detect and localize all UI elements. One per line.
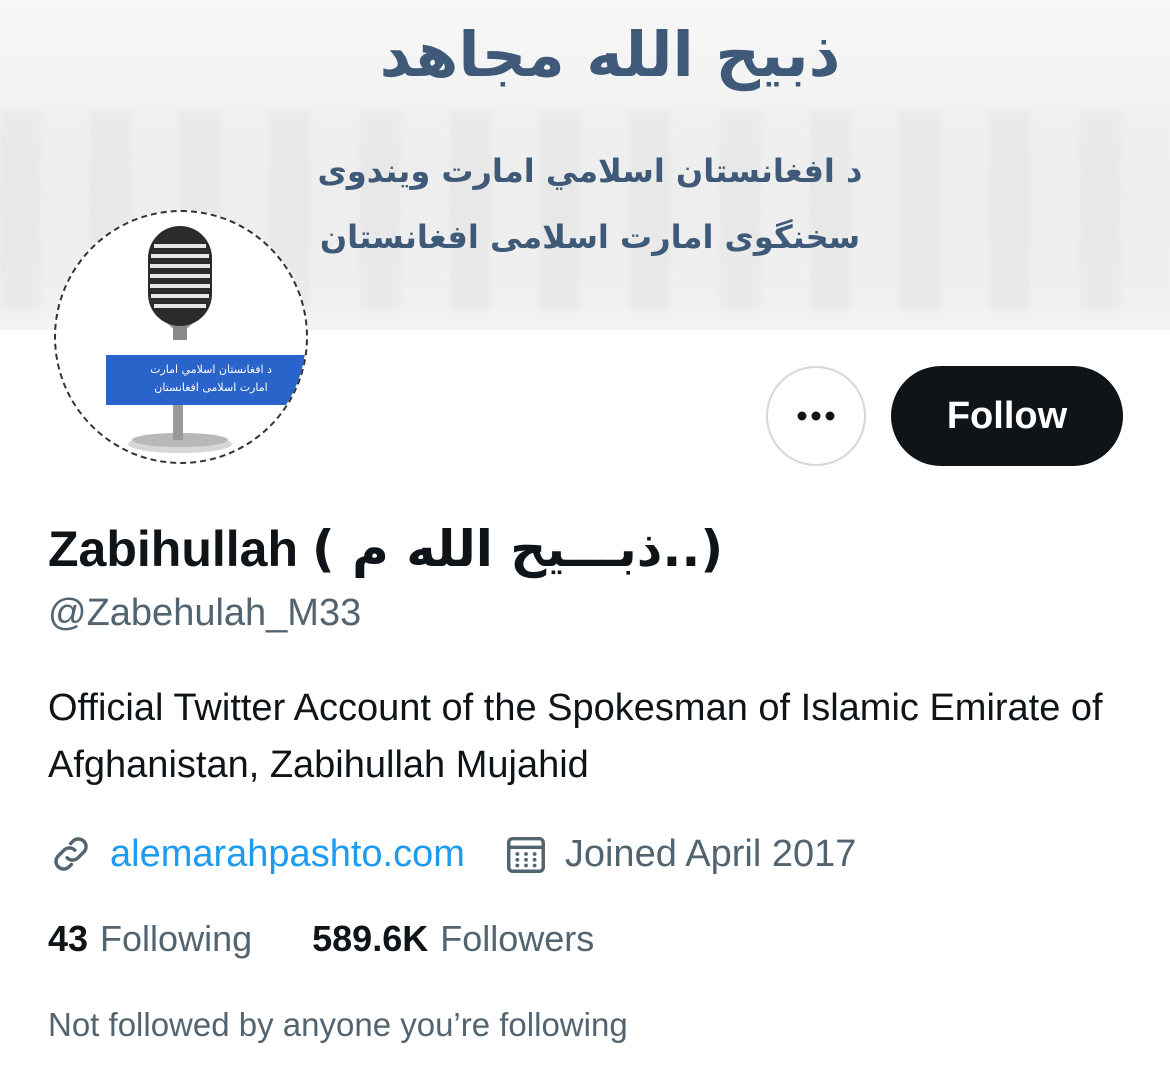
avatar[interactable]: د افغانستان اسلامي امارت امارت اسلامی اف… [54, 210, 308, 464]
avatar-banner-label: د افغانستان اسلامي امارت امارت اسلامی اف… [106, 355, 306, 405]
banner-title: ذبیح الله مجاهد [379, 18, 841, 91]
display-name: Zabihullah (..ذبـــیح الله م ) [48, 520, 723, 578]
avatar-label-line-2: امارت اسلامی افغانستان [154, 381, 268, 394]
followers-count: 589.6K [312, 918, 429, 959]
user-handle: @Zabehulah_M33 [48, 592, 362, 634]
profile-bio: Official Twitter Account of the Spokesma… [48, 687, 1103, 786]
more-options-button[interactable] [766, 366, 866, 466]
more-icon [797, 411, 835, 421]
microphone-icon [128, 226, 232, 453]
joined-date: Joined April 2017 [564, 832, 857, 875]
link-icon [54, 837, 88, 871]
banner-subtitle-1: د افغانستان اسلامي امارت ویندوی [317, 152, 863, 190]
followed-by-note: Not followed by anyone you’re following [48, 1006, 628, 1043]
avatar-label-line-1: د افغانستان اسلامي امارت [150, 363, 272, 376]
display-name-latin: Zabihullah [48, 521, 298, 577]
banner-subtitle-2: سخنگوی امارت اسلامی افغانستان [319, 218, 861, 256]
followers-link[interactable]: 589.6K Followers [312, 918, 594, 960]
profile-stats: 43 Following 589.6K Followers [48, 918, 594, 960]
display-name-arabic: (..ذبـــیح الله م ) [311, 520, 724, 578]
following-label: Following [100, 918, 253, 959]
website-link[interactable]: alemarahpashto.com [110, 833, 465, 876]
followers-label: Followers [440, 918, 595, 959]
profile-meta: alemarahpashto.com Joined April 2017 [48, 826, 856, 882]
calendar-icon [506, 836, 545, 873]
following-link[interactable]: 43 Following [48, 918, 252, 960]
follow-button[interactable]: Follow [891, 366, 1123, 466]
following-count: 43 [48, 918, 89, 959]
